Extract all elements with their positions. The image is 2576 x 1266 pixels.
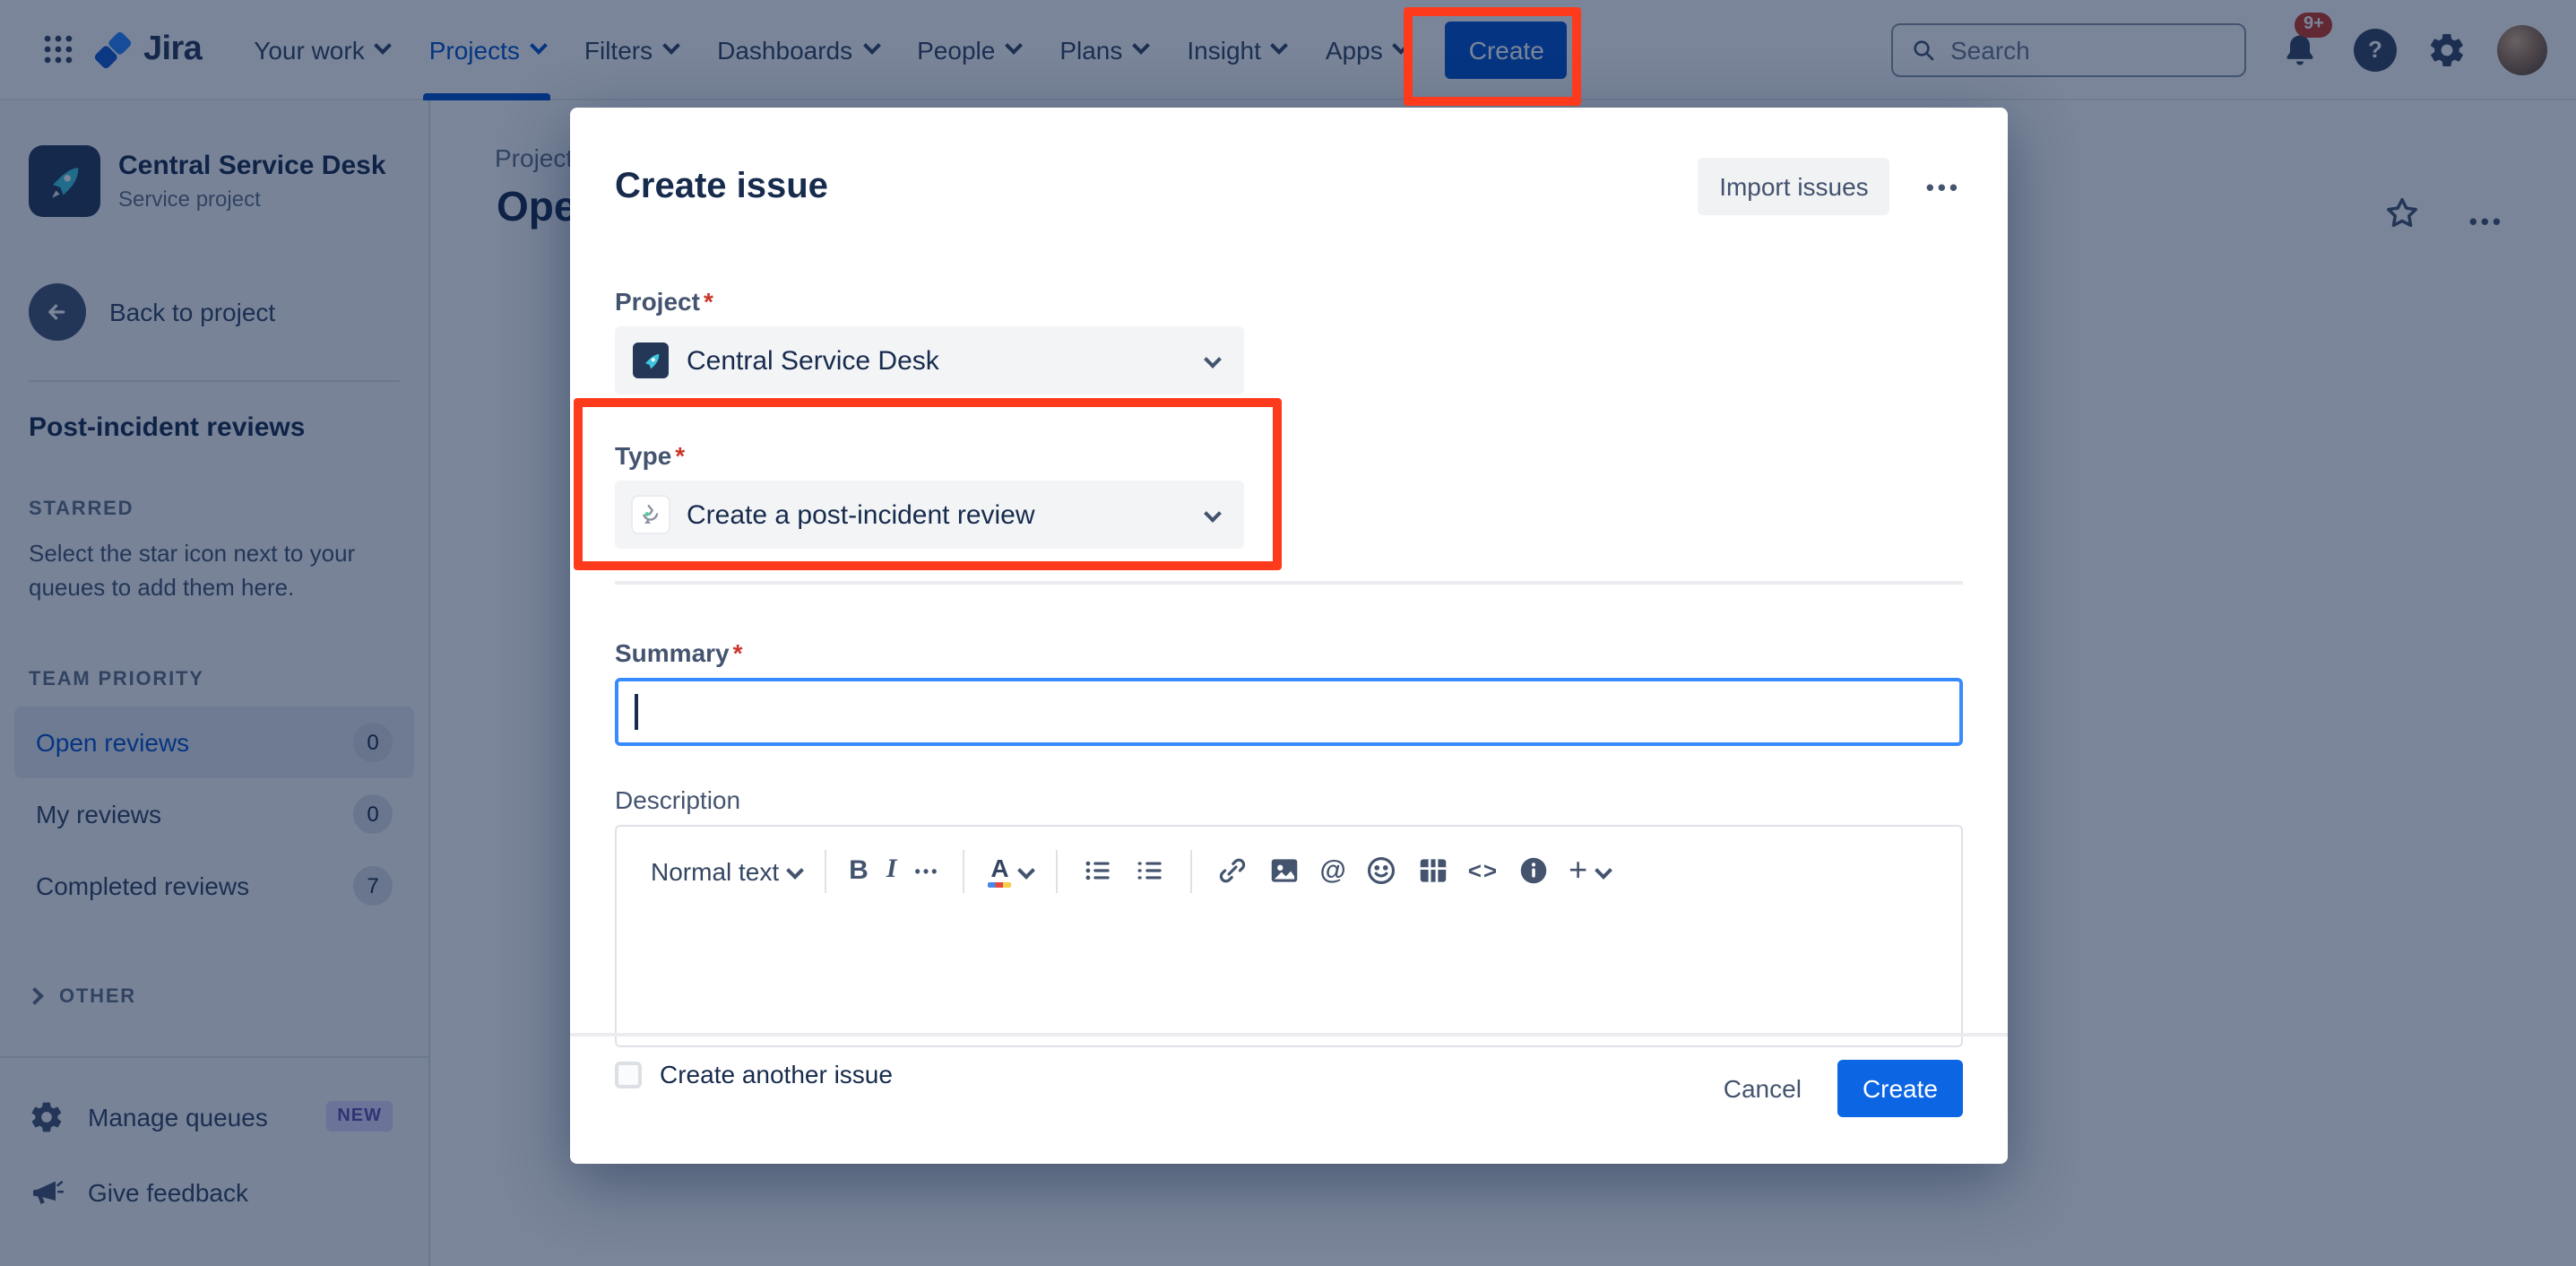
modal-footer: Create another issue Cancel Create xyxy=(570,1033,2008,1164)
create-another-toggle[interactable]: Create another issue xyxy=(615,1060,893,1088)
checkbox[interactable] xyxy=(615,1061,642,1088)
project-select[interactable]: Central Service Desk xyxy=(615,326,1244,395)
chevron-down-icon xyxy=(785,862,803,880)
mention-icon: @ xyxy=(1319,855,1345,886)
create-submit-button[interactable]: Create xyxy=(1837,1060,1963,1117)
toolbar-separator xyxy=(824,849,826,892)
bullet-list-icon xyxy=(1081,854,1115,888)
table-button[interactable] xyxy=(1407,845,1459,897)
numbered-list-icon xyxy=(1133,854,1167,888)
chevron-down-icon xyxy=(1018,862,1036,880)
plus-icon: + xyxy=(1569,858,1587,884)
more-formatting-button[interactable]: ••• xyxy=(906,853,949,889)
description-editor[interactable]: Normal text B I ••• A xyxy=(615,825,1963,1047)
page: Jira Your work Projects Filters Dashboar… xyxy=(0,0,2576,1266)
emoji-button[interactable] xyxy=(1355,845,1407,897)
link-icon xyxy=(1215,854,1249,888)
image-icon xyxy=(1267,854,1301,888)
numbered-list-button[interactable] xyxy=(1124,845,1176,897)
table-icon xyxy=(1416,854,1450,888)
ellipsis-icon: ••• xyxy=(1926,173,1961,200)
toolbar-separator xyxy=(963,849,964,892)
summary-field-label: Summary* xyxy=(615,638,1963,667)
project-select-value: Central Service Desk xyxy=(687,345,1189,376)
chevron-down-icon xyxy=(1204,350,1222,368)
bullet-list-button[interactable] xyxy=(1072,845,1124,897)
microscope-icon xyxy=(633,497,669,533)
description-field-label: Description xyxy=(615,785,1963,814)
required-mark: * xyxy=(733,638,743,667)
insert-more-button[interactable]: + xyxy=(1560,849,1618,893)
code-icon: <> xyxy=(1468,857,1499,884)
text-cursor xyxy=(635,694,637,730)
cancel-button[interactable]: Cancel xyxy=(1706,1063,1820,1114)
required-mark: * xyxy=(675,441,685,470)
text-color-button[interactable]: A xyxy=(979,845,1042,896)
mention-button[interactable]: @ xyxy=(1310,846,1354,895)
info-icon xyxy=(1517,854,1551,888)
chevron-down-icon xyxy=(1204,504,1222,522)
toolbar-separator xyxy=(1190,849,1192,892)
code-button[interactable]: <> xyxy=(1459,848,1508,893)
chevron-down-icon xyxy=(1594,862,1612,880)
modal-title: Create issue xyxy=(615,166,828,207)
summary-input[interactable] xyxy=(615,678,1963,746)
project-field-label: Project* xyxy=(615,287,1963,316)
type-select[interactable]: Create a post-incident review xyxy=(615,481,1244,549)
emoji-icon xyxy=(1364,854,1398,888)
info-panel-button[interactable] xyxy=(1508,845,1560,897)
type-select-value: Create a post-incident review xyxy=(687,499,1189,530)
type-field-label: Type* xyxy=(615,441,1963,470)
image-button[interactable] xyxy=(1258,845,1310,897)
text-color-icon: A xyxy=(988,854,1011,887)
required-mark: * xyxy=(704,287,713,316)
summary-input-wrap xyxy=(615,678,1963,746)
modal-more-button[interactable]: ••• xyxy=(1919,166,1968,207)
editor-toolbar: Normal text B I ••• A xyxy=(617,827,1961,897)
italic-button[interactable]: I xyxy=(877,846,906,895)
project-avatar xyxy=(633,343,669,378)
ellipsis-icon: ••• xyxy=(915,862,940,880)
modal-header: Create issue Import issues ••• xyxy=(570,108,2008,215)
text-style-dropdown[interactable]: Normal text xyxy=(642,847,809,894)
modal-body: Project* Central Service Desk Type* xyxy=(570,287,2008,1047)
import-issues-button[interactable]: Import issues xyxy=(1698,158,1890,215)
link-button[interactable] xyxy=(1206,845,1258,897)
toolbar-separator xyxy=(1056,849,1058,892)
create-issue-modal: Create issue Import issues ••• Project* … xyxy=(570,108,2008,1164)
divider xyxy=(615,581,1963,585)
bold-button[interactable]: B xyxy=(840,846,877,895)
